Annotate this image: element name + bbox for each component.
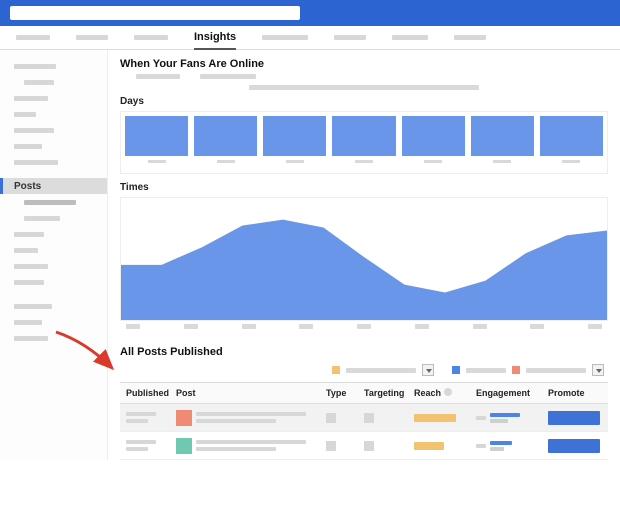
th-post[interactable]: Post bbox=[176, 388, 326, 398]
sidebar-item[interactable] bbox=[0, 154, 107, 170]
sidebar-item[interactable] bbox=[0, 58, 107, 74]
sidebar-item[interactable] bbox=[0, 226, 107, 242]
legend-label bbox=[466, 368, 506, 373]
legend-label bbox=[526, 368, 586, 373]
tab-placeholder[interactable] bbox=[392, 35, 428, 40]
legend-dropdown[interactable] bbox=[422, 364, 434, 376]
search-input[interactable] bbox=[10, 6, 300, 20]
day-bar bbox=[263, 116, 326, 163]
all-posts-section: All Posts Published Published Post Type … bbox=[120, 346, 608, 460]
cell-targeting bbox=[364, 413, 414, 423]
sidebar-item[interactable] bbox=[0, 314, 107, 330]
th-promote[interactable]: Promote bbox=[548, 388, 608, 398]
cell-post bbox=[176, 410, 326, 426]
tab-insights[interactable]: Insights bbox=[194, 31, 236, 50]
subtab-placeholder[interactable] bbox=[200, 74, 256, 79]
info-icon bbox=[444, 388, 452, 396]
post-thumbnail bbox=[176, 438, 192, 454]
day-bar bbox=[332, 116, 395, 163]
tab-placeholder[interactable] bbox=[334, 35, 366, 40]
sidebar-item[interactable] bbox=[0, 210, 107, 226]
day-bar bbox=[540, 116, 603, 163]
sidebar-item[interactable] bbox=[0, 258, 107, 274]
cell-promote bbox=[548, 439, 608, 453]
times-label: Times bbox=[120, 182, 608, 193]
main-content: When Your Fans Are Online Days Times bbox=[108, 50, 620, 460]
tab-placeholder[interactable] bbox=[454, 35, 486, 40]
legend-swatch-orange bbox=[512, 366, 520, 374]
sidebar-item[interactable] bbox=[0, 194, 107, 210]
top-tabs: Insights bbox=[0, 26, 620, 50]
legend-dropdown[interactable] bbox=[592, 364, 604, 376]
cell-published bbox=[120, 412, 176, 423]
table-row[interactable] bbox=[120, 404, 608, 432]
caption-placeholder bbox=[120, 85, 608, 90]
sidebar-item[interactable] bbox=[0, 106, 107, 122]
day-bar bbox=[125, 116, 188, 163]
tab-placeholder[interactable] bbox=[76, 35, 108, 40]
day-bar bbox=[194, 116, 257, 163]
type-icon bbox=[326, 413, 336, 423]
cell-engagement bbox=[476, 413, 548, 423]
tab-placeholder[interactable] bbox=[16, 35, 50, 40]
promote-button[interactable] bbox=[548, 439, 600, 453]
cell-type bbox=[326, 413, 364, 423]
table-header: Published Post Type Targeting Reach Enga… bbox=[120, 382, 608, 404]
days-chart bbox=[120, 111, 608, 174]
cell-published bbox=[120, 440, 176, 451]
th-reach[interactable]: Reach bbox=[414, 388, 476, 398]
type-icon bbox=[326, 441, 336, 451]
cell-type bbox=[326, 441, 364, 451]
cell-reach bbox=[414, 442, 476, 450]
sidebar-item[interactable] bbox=[0, 330, 107, 346]
sidebar: Posts bbox=[0, 50, 108, 460]
targeting-icon bbox=[364, 441, 374, 451]
sidebar-item-posts[interactable]: Posts bbox=[0, 178, 107, 194]
table-row[interactable] bbox=[120, 432, 608, 460]
th-engagement[interactable]: Engagement bbox=[476, 388, 548, 398]
cell-engagement bbox=[476, 441, 548, 451]
day-bar bbox=[471, 116, 534, 163]
times-chart bbox=[120, 197, 608, 321]
th-type[interactable]: Type bbox=[326, 388, 364, 398]
post-thumbnail bbox=[176, 410, 192, 426]
th-targeting[interactable]: Targeting bbox=[364, 388, 414, 398]
topbar bbox=[0, 0, 620, 26]
section-title-fans-online: When Your Fans Are Online bbox=[120, 58, 608, 70]
promote-button[interactable] bbox=[548, 411, 600, 425]
legend-row bbox=[120, 364, 608, 376]
cell-promote bbox=[548, 411, 608, 425]
days-label: Days bbox=[120, 96, 608, 107]
subtab-row bbox=[136, 74, 608, 79]
tab-placeholder[interactable] bbox=[134, 35, 168, 40]
sidebar-item[interactable] bbox=[0, 242, 107, 258]
legend-label bbox=[346, 368, 416, 373]
targeting-icon bbox=[364, 413, 374, 423]
times-axis bbox=[120, 321, 608, 332]
day-bar bbox=[402, 116, 465, 163]
legend-swatch-blue bbox=[452, 366, 460, 374]
sidebar-item[interactable] bbox=[0, 138, 107, 154]
cell-post bbox=[176, 438, 326, 454]
all-posts-title: All Posts Published bbox=[120, 346, 608, 358]
sidebar-item[interactable] bbox=[0, 74, 107, 90]
sidebar-item[interactable] bbox=[0, 90, 107, 106]
subtab-placeholder[interactable] bbox=[136, 74, 180, 79]
sidebar-item[interactable] bbox=[0, 274, 107, 290]
cell-reach bbox=[414, 414, 476, 422]
th-published[interactable]: Published bbox=[120, 388, 176, 398]
cell-targeting bbox=[364, 441, 414, 451]
tab-placeholder[interactable] bbox=[262, 35, 308, 40]
sidebar-item[interactable] bbox=[0, 122, 107, 138]
sidebar-item[interactable] bbox=[0, 298, 107, 314]
legend-swatch-reach bbox=[332, 366, 340, 374]
